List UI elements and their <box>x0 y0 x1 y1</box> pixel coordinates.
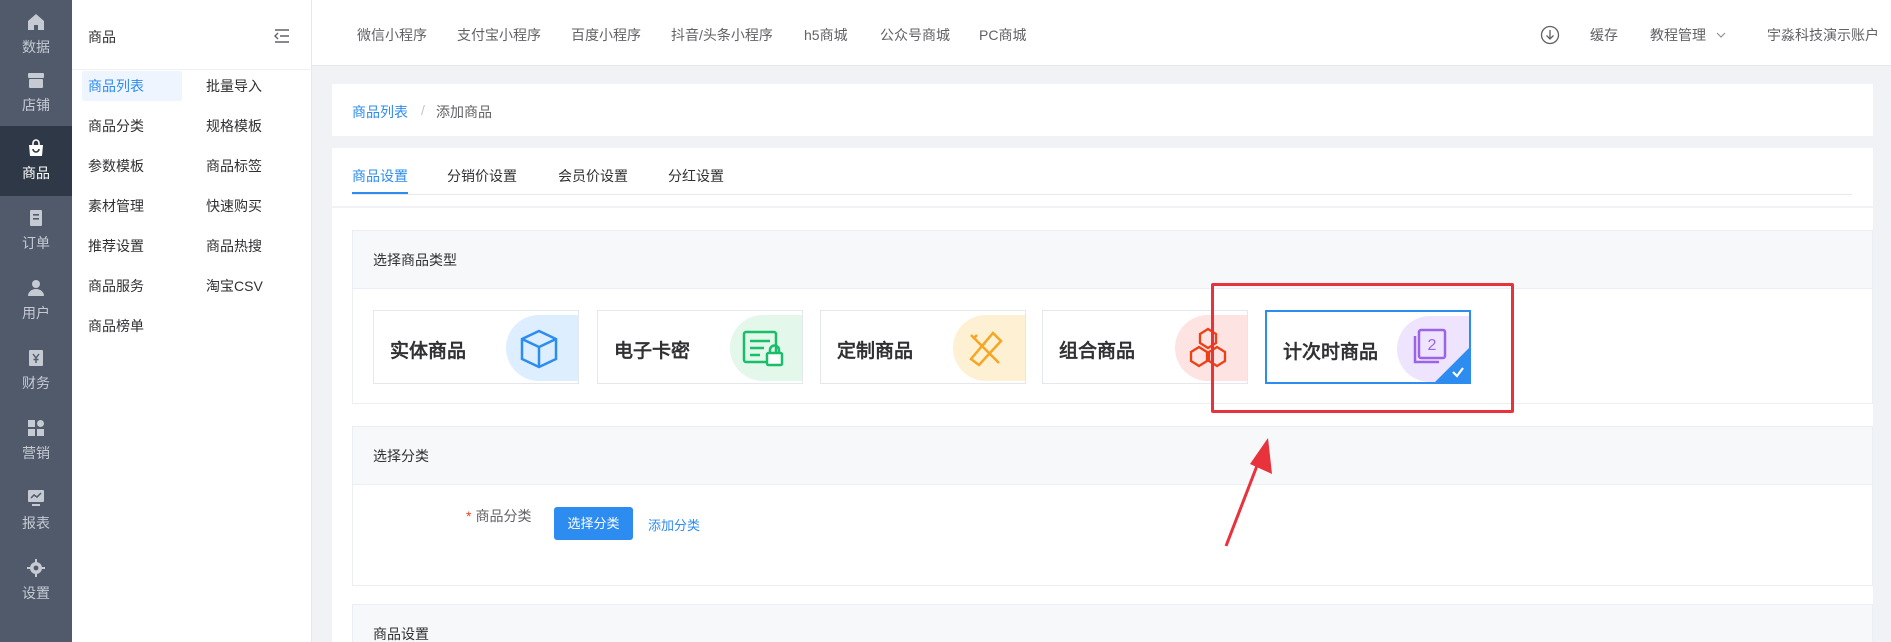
main-nav-rail: 数据 店铺 商品 订单 用户 财务 营销 报表 设置 <box>0 0 72 642</box>
rail-item-users[interactable]: 用户 <box>0 266 72 336</box>
home-icon <box>28 14 44 30</box>
submenu-item-quick-buy[interactable]: 快速购买 <box>200 191 268 221</box>
tabs-divider <box>352 194 1852 195</box>
rail-item-finance[interactable]: 财务 <box>0 336 72 406</box>
top-link-baidu-mini[interactable]: 百度小程序 <box>571 25 641 45</box>
check-icon <box>1452 367 1464 378</box>
user-icon <box>28 280 44 296</box>
submenu-header: 商品 <box>72 0 312 70</box>
breadcrumb-separator: / <box>421 102 425 118</box>
top-link-pc[interactable]: PC商城 <box>979 25 1026 45</box>
rail-item-label: 商品 <box>22 165 50 181</box>
required-mark: * <box>466 508 472 524</box>
chevron-down-icon <box>1716 32 1726 38</box>
product-type-label: 定制商品 <box>837 341 914 362</box>
category-field-label: * 商品分类 <box>466 506 531 526</box>
rail-item-goods[interactable]: 商品 <box>0 126 72 196</box>
rail-item-orders[interactable]: 订单 <box>0 196 72 266</box>
hexagons-icon <box>1189 327 1227 368</box>
rail-item-label: 报表 <box>22 515 50 531</box>
product-type-label: 计次时商品 <box>1283 342 1379 363</box>
tab-distribution-price[interactable]: 分销价设置 <box>447 166 517 194</box>
tutorial-menu-label: 教程管理 <box>1650 27 1706 43</box>
submenu-item-hot-search[interactable]: 商品热搜 <box>200 231 268 261</box>
category-heading: 选择分类 <box>353 427 1872 485</box>
tab-member-price[interactable]: 会员价设置 <box>558 166 628 194</box>
yen-icon <box>29 350 43 366</box>
breadcrumb-goods-list[interactable]: 商品列表 <box>352 102 408 122</box>
submenu-item-taobao-csv[interactable]: 淘宝CSV <box>200 271 269 301</box>
goods-submenu: 商品 商品列表 批量导入 商品分类 规格模板 参数模板 商品标签 素材管理 快速… <box>72 0 312 642</box>
rail-item-label: 订单 <box>22 235 50 251</box>
card-lock-icon <box>742 330 784 367</box>
product-type-label: 实体商品 <box>390 341 467 362</box>
chart-icon <box>28 490 44 506</box>
collapse-menu-icon[interactable] <box>272 26 292 46</box>
rail-item-marketing[interactable]: 营销 <box>0 406 72 476</box>
submenu-item-category[interactable]: 商品分类 <box>82 111 150 141</box>
rail-item-label: 用户 <box>22 305 50 321</box>
submenu-item-batch-import[interactable]: 批量导入 <box>200 71 268 101</box>
top-link-douyin-mini[interactable]: 抖音/头条小程序 <box>671 25 773 45</box>
product-type-timed[interactable]: 计次时商品 2 <box>1265 310 1471 384</box>
main-content: 选择商品类型 选择分类 商品设置 <box>332 208 1873 642</box>
product-type-label: 组合商品 <box>1059 341 1136 362</box>
product-type-custom[interactable]: 定制商品 <box>820 310 1026 384</box>
grid-icon <box>28 420 44 436</box>
rail-item-reports[interactable]: 报表 <box>0 476 72 546</box>
product-type-bundle[interactable]: 组合商品 <box>1042 310 1248 384</box>
tab-goods-settings[interactable]: 商品设置 <box>352 166 408 194</box>
top-link-official-account[interactable]: 公众号商城 <box>880 25 950 45</box>
top-link-h5[interactable]: h5商城 <box>804 25 848 45</box>
rail-item-label: 财务 <box>22 375 50 391</box>
gear-icon <box>27 559 45 577</box>
tutorial-menu[interactable]: 教程管理 <box>1650 25 1726 45</box>
product-type-ecard[interactable]: 电子卡密 <box>597 310 803 384</box>
product-type-heading: 选择商品类型 <box>353 231 1872 289</box>
product-type-label: 电子卡密 <box>614 341 691 362</box>
tab-dividend-settings[interactable]: 分红设置 <box>668 166 724 194</box>
submenu-item-goods-tags[interactable]: 商品标签 <box>200 151 268 181</box>
submenu-title: 商品 <box>88 29 116 45</box>
bag-icon <box>29 139 43 156</box>
breadcrumb: 商品列表 / 添加商品 <box>332 84 1873 136</box>
add-category-link[interactable]: 添加分类 <box>648 515 700 534</box>
top-link-wechat-mini[interactable]: 微信小程序 <box>357 25 427 45</box>
top-link-alipay-mini[interactable]: 支付宝小程序 <box>457 25 541 45</box>
rail-item-settings[interactable]: 设置 <box>0 546 72 616</box>
cache-button[interactable]: 缓存 <box>1590 25 1618 45</box>
settings-tabs: 商品设置 分销价设置 会员价设置 分红设置 <box>332 148 1873 206</box>
submenu-item-ranking[interactable]: 商品榜单 <box>82 311 150 341</box>
category-section: 选择分类 <box>352 426 1873 586</box>
submenu-item-spec-template[interactable]: 规格模板 <box>200 111 268 141</box>
submenu-item-goods-service[interactable]: 商品服务 <box>82 271 150 301</box>
account-menu[interactable]: 宇淼科技演示账户 <box>1767 25 1879 45</box>
box-icon <box>520 329 558 369</box>
download-icon[interactable] <box>1540 25 1560 45</box>
select-category-button[interactable]: 选择分类 <box>554 507 633 540</box>
breadcrumb-current: 添加商品 <box>436 104 492 120</box>
goods-settings-section: 商品设置 <box>352 604 1873 642</box>
pencil-ruler-icon <box>969 331 1003 367</box>
submenu-item-materials[interactable]: 素材管理 <box>82 191 150 221</box>
submenu-item-param-template[interactable]: 参数模板 <box>82 151 150 181</box>
store-icon <box>28 73 44 88</box>
goods-settings-heading: 商品设置 <box>353 605 1872 642</box>
top-bar: 微信小程序 支付宝小程序 百度小程序 抖音/头条小程序 h5商城 公众号商城 P… <box>312 0 1891 66</box>
product-type-physical[interactable]: 实体商品 <box>373 310 579 384</box>
submenu-item-recommend[interactable]: 推荐设置 <box>82 231 150 261</box>
category-label-text: 商品分类 <box>475 508 532 524</box>
rail-item-store[interactable]: 店铺 <box>0 58 72 128</box>
rail-item-label: 店铺 <box>22 97 50 113</box>
rail-item-label: 数据 <box>22 39 50 55</box>
rail-item-label: 营销 <box>22 445 50 461</box>
submenu-item-goods-list[interactable]: 商品列表 <box>82 71 182 101</box>
document-icon <box>30 210 42 226</box>
rail-item-label: 设置 <box>22 585 50 601</box>
